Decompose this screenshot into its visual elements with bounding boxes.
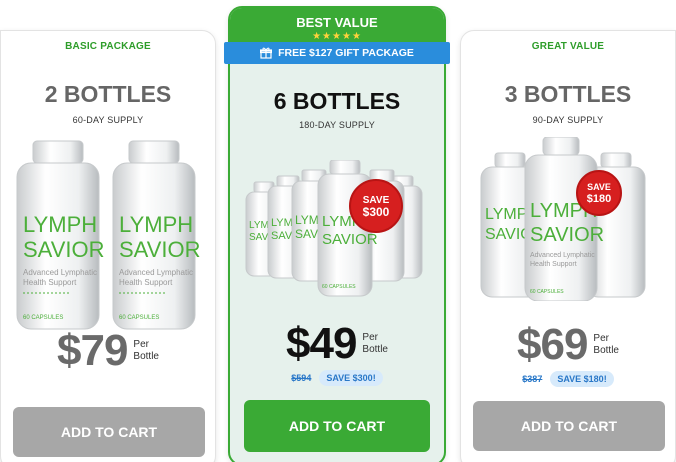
original-price: $387 bbox=[522, 374, 543, 384]
bottle: LYMPH SAVIOR Advanced Lymphatic Health S… bbox=[16, 140, 105, 330]
per-bottle-label: Per Bottle bbox=[593, 332, 619, 357]
product-bottles-image: LYMPH SAVIOR Advanced Lymphatic Health S… bbox=[16, 140, 201, 330]
best-value-label: BEST VALUE bbox=[296, 15, 378, 30]
product-bottles-image: LYMPH SAVIOR LYMPH SAVIOR LYMPH SAVIOR bbox=[245, 160, 423, 297]
bottle-capsules: 60 CAPSULES bbox=[119, 315, 159, 321]
add-to-cart-button[interactable]: ADD TO CART bbox=[473, 401, 665, 451]
supply-duration: 180-DAY SUPPLY bbox=[299, 120, 375, 130]
bottle-brand-line1: LYMPH bbox=[23, 212, 97, 237]
package-card-great-value: GREAT VALUE 3 BOTTLES 90-DAY SUPPLY LYMP… bbox=[460, 30, 676, 462]
bottle-subtitle-line2: Health Support bbox=[23, 278, 77, 287]
gift-icon bbox=[260, 47, 273, 59]
savings-pill: SAVE $300! bbox=[319, 370, 383, 386]
pricing-section: BASIC PACKAGE 2 BOTTLES 60-DAY SUPPLY LY… bbox=[0, 0, 676, 462]
per-bottle-label: Per Bottle bbox=[362, 331, 388, 356]
per-bottle-label: Per Bottle bbox=[133, 338, 159, 363]
free-gift-ribbon: FREE $127 GIFT PACKAGE bbox=[224, 42, 450, 64]
bottle: LYMPH SAVIOR Advanced Lymphatic Health S… bbox=[112, 140, 201, 330]
bottle-subtitle-line1: Advanced Lymphatic bbox=[23, 268, 97, 277]
product-bottles-image: LYMPH SAVIOR LYMPH SAVIOR Advanced Lymph… bbox=[480, 137, 646, 301]
bottle-brand-line2: SAVIOR bbox=[119, 237, 201, 262]
bottle-brand-line2: SAVIOR bbox=[23, 237, 105, 262]
original-price: $594 bbox=[291, 373, 312, 383]
package-card-basic: BASIC PACKAGE 2 BOTTLES 60-DAY SUPPLY LY… bbox=[0, 30, 216, 462]
price-per-bottle: $69 bbox=[517, 320, 588, 369]
svg-text:Advanced Lymphatic: Advanced Lymphatic bbox=[530, 252, 595, 259]
price-block: $79 Per Bottle bbox=[1, 329, 215, 373]
rating-stars-icon: ★★★★★ bbox=[312, 31, 362, 42]
price-block: $49 Per Bottle bbox=[230, 322, 444, 366]
bottle: LYMPH SAVIOR Advanced Lymphatic Health S… bbox=[524, 137, 604, 301]
savings-row: $387 SAVE $180! bbox=[461, 371, 675, 387]
svg-text:60 CAPSULES: 60 CAPSULES bbox=[530, 289, 564, 295]
bottle-count: 6 BOTTLES bbox=[273, 88, 401, 114]
package-card-best-value: BEST VALUE ★★★★★ 6 BOTTLES 180-DAY SUPPL… bbox=[228, 6, 446, 462]
add-to-cart-button[interactable]: ADD TO CART bbox=[244, 400, 430, 452]
save-badge-icon: SAVE $300 bbox=[349, 179, 403, 233]
price-block: $69 Per Bottle bbox=[461, 323, 675, 367]
save-badge-line2: $300 bbox=[363, 205, 390, 219]
savings-row: $594 SAVE $300! bbox=[230, 370, 444, 386]
save-badge-line1: SAVE bbox=[587, 182, 611, 192]
bottle-brand-line1: LYMPH bbox=[119, 212, 193, 237]
svg-text:SAVIOR: SAVIOR bbox=[530, 224, 604, 246]
svg-text:Health Support: Health Support bbox=[530, 261, 577, 268]
save-badge-icon: SAVE $180 bbox=[576, 170, 622, 216]
bottle-subtitle-line2: Health Support bbox=[119, 278, 173, 287]
svg-text:SAVIOR: SAVIOR bbox=[322, 231, 378, 248]
package-label: BASIC PACKAGE bbox=[65, 41, 151, 52]
supply-duration: 90-DAY SUPPLY bbox=[532, 115, 604, 125]
price-per-bottle: $79 bbox=[57, 326, 128, 375]
add-to-cart-button[interactable]: ADD TO CART bbox=[13, 407, 205, 457]
price-per-bottle: $49 bbox=[286, 319, 357, 368]
bottle-count: 2 BOTTLES bbox=[44, 81, 172, 107]
bottle-subtitle-line1: Advanced Lymphatic bbox=[119, 268, 193, 277]
save-badge-line2: $180 bbox=[587, 193, 611, 205]
package-label: GREAT VALUE bbox=[531, 41, 605, 52]
gift-label: FREE $127 GIFT PACKAGE bbox=[278, 47, 414, 59]
savings-pill: SAVE $180! bbox=[550, 371, 614, 387]
bottle-capsules: 60 CAPSULES bbox=[23, 315, 63, 321]
supply-duration: 60-DAY SUPPLY bbox=[72, 115, 144, 125]
bottle-count: 3 BOTTLES bbox=[504, 81, 632, 107]
svg-text:60 CAPSULES: 60 CAPSULES bbox=[322, 284, 356, 290]
